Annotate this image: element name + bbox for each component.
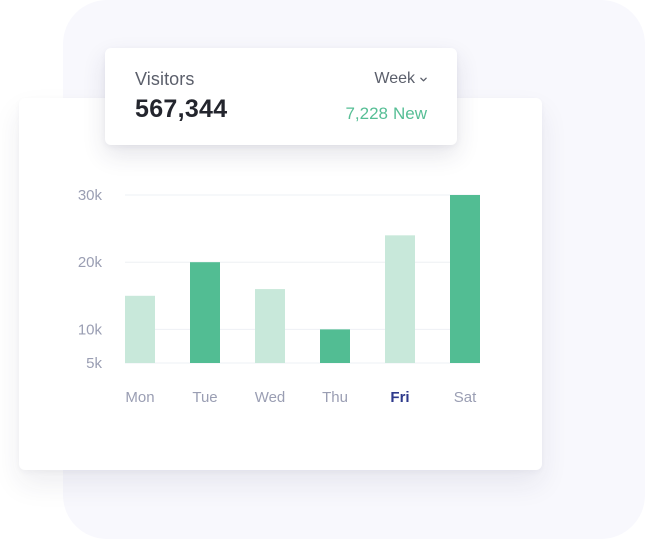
new-count-value: 7,228 [345,104,388,123]
bar-tue[interactable] [190,262,220,363]
y-tick-label: 5k [86,355,102,372]
period-dropdown[interactable]: Week [374,70,427,88]
visitors-widget-stage: 5k 10k 20k 30k Mon Tue Wed Thu Fri Sat Visitors … [0,0,645,539]
chevron-down-icon [420,77,427,81]
x-tick-label-thu: Thu [322,389,348,406]
chart-gridlines [125,194,480,364]
y-tick-label: 20k [78,254,103,271]
new-count-label: New [392,104,427,123]
visitors-chart-card: 5k 10k 20k 30k Mon Tue Wed Thu Fri Sat [19,98,542,470]
bar-fri[interactable] [385,235,415,363]
period-selected-value: Week [374,70,415,87]
visitors-total: 567,344 [135,95,228,123]
bar-thu[interactable] [320,329,350,363]
bar-wed[interactable] [255,289,285,363]
x-tick-label-wed: Wed [255,389,286,406]
visitors-bar-chart: 5k 10k 20k 30k Mon Tue Wed Thu Fri Sat [78,187,480,406]
chart-bars [125,195,480,363]
bar-mon[interactable] [125,295,155,363]
x-tick-label-fri: Fri [390,389,409,406]
y-tick-label: 10k [78,321,103,338]
summary-title: Visitors [135,69,195,89]
y-tick-label: 30k [78,187,103,204]
bar-sat[interactable] [450,195,480,363]
visitors-summary-card: Visitors 567,344 Week 7,228 New [105,48,457,145]
chart-x-axis: Mon Tue Wed Thu Fri Sat [125,389,477,406]
x-tick-label-sat: Sat [454,389,477,406]
x-tick-label-tue: Tue [192,389,217,406]
chart-y-axis: 5k 10k 20k 30k [78,187,103,372]
x-tick-label-mon: Mon [125,389,154,406]
new-visitors-count: 7,228 New [345,104,427,124]
